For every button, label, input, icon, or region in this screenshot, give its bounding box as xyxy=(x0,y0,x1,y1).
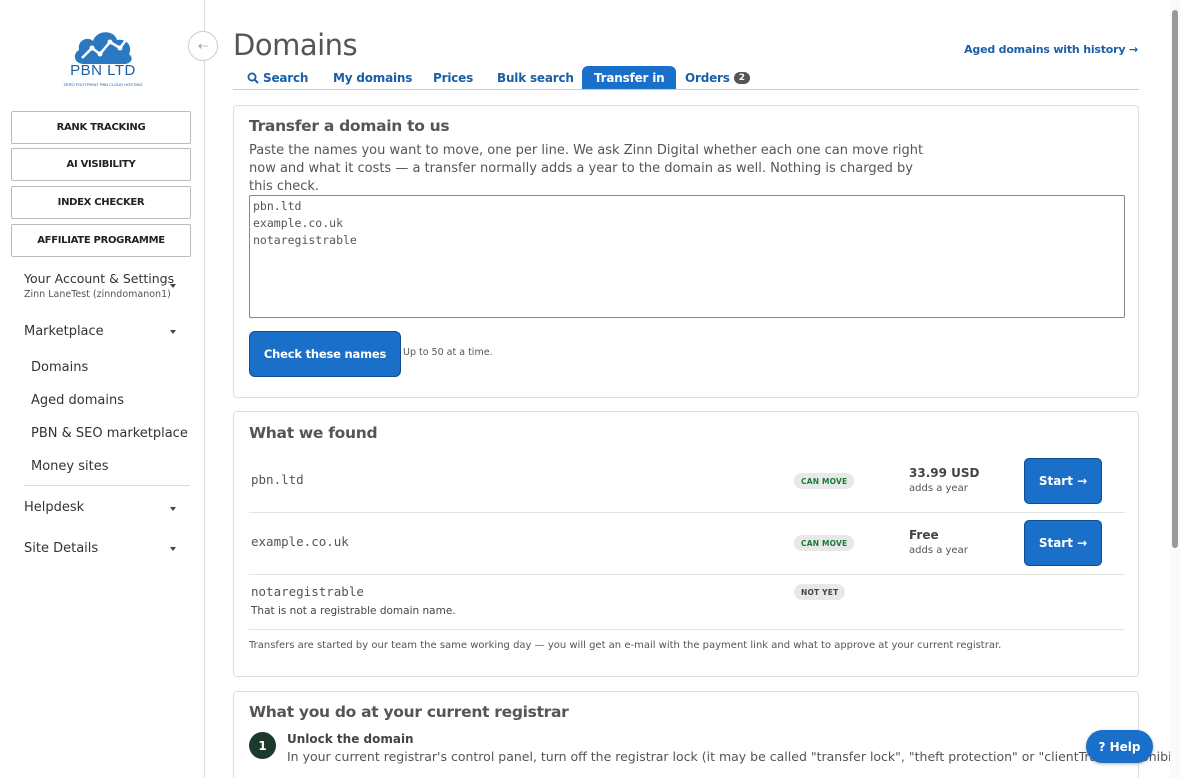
sidebar-divider xyxy=(24,485,190,486)
search-icon xyxy=(247,72,259,84)
start-transfer-button[interactable]: Start → xyxy=(1024,520,1102,566)
sidebar-item-money-sites[interactable]: Money sites xyxy=(31,459,109,474)
tab-label: Search xyxy=(263,70,309,85)
collapse-sidebar-button[interactable]: ⇠ xyxy=(188,31,218,61)
row-divider xyxy=(249,629,1125,630)
account-title: Your Account & Settings xyxy=(24,271,175,286)
account-user: Zinn LaneTest (zinndomanon1) xyxy=(24,289,171,300)
result-row: pbn.ltd CAN MOVE 33.99 USD adds a year S… xyxy=(249,458,1125,512)
result-row: example.co.uk CAN MOVE Free adds a year … xyxy=(249,520,1125,574)
chevron-down-icon[interactable] xyxy=(170,330,176,334)
status-badge: CAN MOVE xyxy=(794,473,855,489)
domain-name: notaregistrable xyxy=(251,584,364,599)
affiliate-programme-button[interactable]: AFFILIATE PROGRAMME xyxy=(11,224,191,257)
index-checker-button[interactable]: INDEX CHECKER xyxy=(11,186,191,219)
start-transfer-button[interactable]: Start → xyxy=(1024,458,1102,504)
result-row: notaregistrable NOT YET That is not a re… xyxy=(249,582,1125,630)
domain-name: pbn.ltd xyxy=(251,472,304,487)
sidebar: PBN LTD ZERO FOOTPRINT PBN CLOUD HOSTING… xyxy=(0,0,205,778)
tab-bulk-search[interactable]: Bulk search xyxy=(497,66,574,89)
chevron-down-icon[interactable] xyxy=(170,284,176,288)
step-number: 1 xyxy=(249,732,276,759)
ai-visibility-button[interactable]: AI VISIBILITY xyxy=(11,148,191,181)
chevron-down-icon[interactable] xyxy=(170,507,176,511)
transfer-footnote: Transfers are started by our team the sa… xyxy=(249,640,1002,651)
row-divider xyxy=(249,574,1125,575)
tab-label: Prices xyxy=(433,70,474,85)
transfer-price: 33.99 USD xyxy=(909,466,980,480)
scrollbar[interactable] xyxy=(1170,0,1180,778)
aged-domains-link[interactable]: Aged domains with history → xyxy=(964,43,1138,56)
sidebar-item-domains[interactable]: Domains xyxy=(31,360,88,375)
status-badge: CAN MOVE xyxy=(794,535,855,551)
transfer-title: Transfer a domain to us xyxy=(249,117,450,135)
registrar-card: What you do at your current registrar 1 … xyxy=(233,691,1180,778)
tab-bar: Search My domains Prices Bulk search Tra… xyxy=(233,66,1139,90)
sidebar-item-pbn-marketplace[interactable]: PBN & SEO marketplace xyxy=(31,426,188,441)
tab-search[interactable]: Search xyxy=(247,66,308,89)
logo[interactable]: PBN LTD ZERO FOOTPRINT PBN CLOUD HOSTING xyxy=(62,26,144,94)
sidebar-item-helpdesk[interactable]: Helpdesk xyxy=(24,500,84,515)
sidebar-item-marketplace[interactable]: Marketplace xyxy=(24,324,104,339)
tab-orders[interactable]: Orders 2 xyxy=(685,66,750,89)
transfer-card: Transfer a domain to us Paste the names … xyxy=(233,105,1139,398)
scrollbar-thumb[interactable] xyxy=(1172,10,1178,548)
tab-label: Bulk search xyxy=(497,70,574,85)
rank-tracking-button[interactable]: RANK TRACKING xyxy=(11,111,191,144)
check-names-button[interactable]: Check these names xyxy=(249,331,401,377)
row-note: That is not a registrable domain name. xyxy=(251,605,456,617)
step-title: Unlock the domain xyxy=(287,732,414,746)
limit-hint: Up to 50 at a time. xyxy=(403,347,493,358)
domain-names-input[interactable]: pbn.ltd example.co.uk notaregistrable xyxy=(249,195,1125,318)
logo-name: PBN LTD xyxy=(70,62,136,79)
tab-label: My domains xyxy=(333,70,413,85)
status-badge: NOT YET xyxy=(794,584,846,600)
row-divider xyxy=(249,512,1125,513)
sidebar-item-site-details[interactable]: Site Details xyxy=(24,541,98,556)
domain-name: example.co.uk xyxy=(251,534,349,549)
help-button[interactable]: ? Help xyxy=(1086,730,1153,763)
tab-prices[interactable]: Prices xyxy=(433,66,473,89)
chevron-down-icon[interactable] xyxy=(170,547,176,551)
results-card: What we found pbn.ltd CAN MOVE 33.99 USD… xyxy=(233,411,1139,677)
transfer-intro: Paste the names you want to move, one pe… xyxy=(249,143,924,194)
tab-my-domains[interactable]: My domains xyxy=(333,66,412,89)
orders-count-badge: 2 xyxy=(733,71,750,84)
tab-label: Orders xyxy=(685,70,730,85)
results-title: What we found xyxy=(249,424,378,442)
price-note: adds a year xyxy=(909,545,968,556)
arrow-left-icon: ⇠ xyxy=(197,39,209,53)
price-note: adds a year xyxy=(909,483,968,494)
step-text: In your current registrar's control pane… xyxy=(287,749,1180,764)
tab-label: Transfer in xyxy=(594,70,665,85)
tab-transfer-in[interactable]: Transfer in xyxy=(582,66,677,89)
logo-tagline: ZERO FOOTPRINT PBN CLOUD HOSTING xyxy=(63,82,143,87)
page-title: Domains xyxy=(233,28,358,62)
sidebar-item-aged-domains[interactable]: Aged domains xyxy=(31,393,124,408)
registrar-title: What you do at your current registrar xyxy=(249,703,569,721)
account-settings-menu[interactable]: Your Account & Settings Zinn LaneTest (z… xyxy=(24,271,194,300)
transfer-price: Free xyxy=(909,528,939,542)
